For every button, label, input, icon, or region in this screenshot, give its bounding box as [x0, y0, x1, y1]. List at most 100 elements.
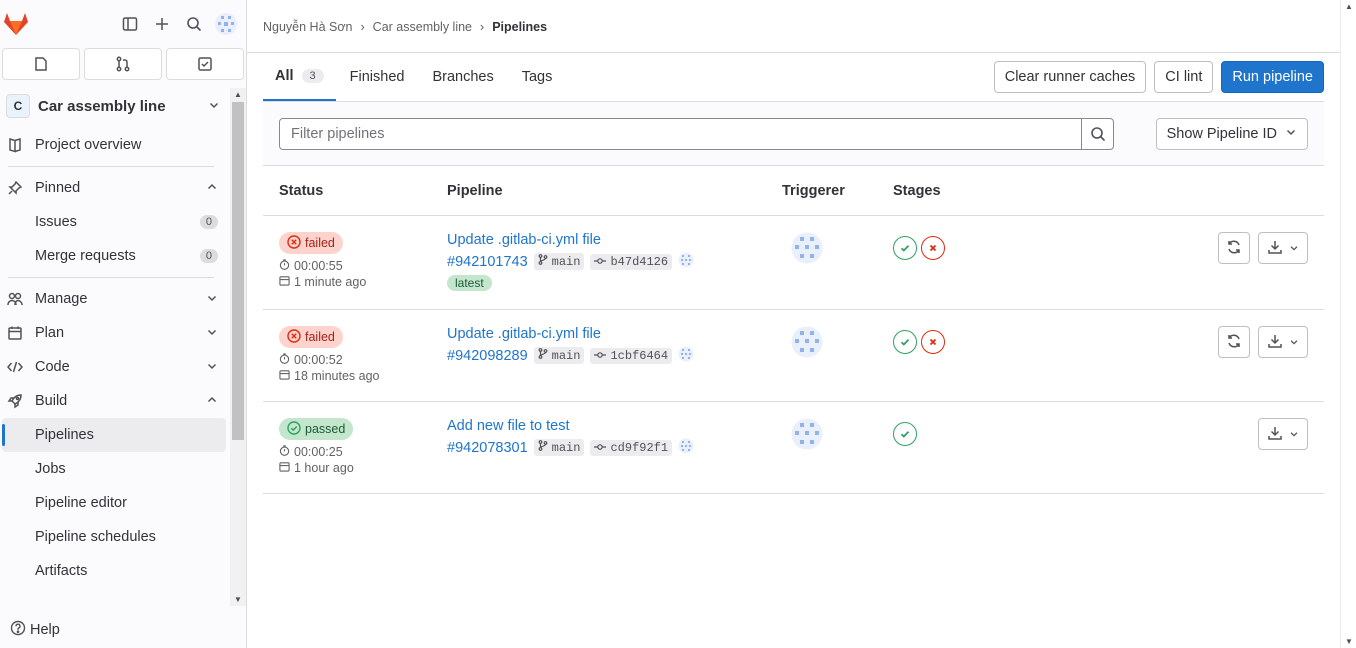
scroll-up-arrow-icon[interactable]: ▲ [234, 90, 242, 99]
commit-title-link[interactable]: Add new file to test [447, 418, 694, 436]
sidebar-item-label: Artifacts [35, 563, 88, 579]
scrollbar-thumb[interactable] [232, 102, 244, 440]
author-avatar[interactable] [678, 346, 694, 365]
scroll-up-arrow-icon[interactable]: ▲ [1345, 2, 1353, 11]
download-artifacts-dropdown[interactable] [1258, 232, 1308, 264]
row-actions [1258, 418, 1308, 450]
triggerer-avatar[interactable] [791, 232, 823, 267]
commit-sha[interactable]: cd9f92f1 [590, 439, 673, 456]
issues-shortcut-icon[interactable] [2, 48, 80, 80]
pipeline-id-link[interactable]: #942078301 [447, 440, 528, 456]
author-avatar[interactable] [678, 438, 694, 457]
sidebar-item-pipeline-schedules[interactable]: Pipeline schedules [0, 520, 230, 554]
sidebar-item-artifacts[interactable]: Artifacts [0, 554, 230, 588]
header-pipeline: Pipeline [447, 183, 503, 199]
timer-icon [279, 445, 290, 459]
stage-passed-icon[interactable] [893, 236, 917, 260]
sidebar-item-label: Issues [35, 214, 77, 230]
sidebar-item-issues[interactable]: Issues 0 [0, 205, 230, 239]
commit-title-link[interactable]: Update .gitlab-ci.yml file [447, 326, 694, 344]
table-header: Status Pipeline Triggerer Stages [263, 167, 1324, 216]
retry-button[interactable] [1218, 326, 1250, 358]
breadcrumb-project[interactable]: Car assembly line [373, 20, 472, 34]
tab-label: Branches [432, 69, 494, 85]
sidebar-item-merge-requests[interactable]: Merge requests 0 [0, 239, 230, 273]
stage-failed-icon[interactable] [921, 330, 945, 354]
users-icon [6, 292, 24, 306]
sidebar-item-build[interactable]: Build [0, 384, 230, 418]
stage-passed-icon[interactable] [893, 330, 917, 354]
commit-title-link[interactable]: Update .gitlab-ci.yml file [447, 232, 694, 250]
merge-requests-shortcut-icon[interactable] [84, 48, 162, 80]
tab-tags[interactable]: Tags [508, 53, 567, 101]
tab-branches[interactable]: Branches [418, 53, 507, 101]
scroll-down-arrow-icon[interactable]: ▼ [234, 595, 242, 604]
status-badge[interactable]: failed [279, 326, 343, 348]
todo-shortcut-icon[interactable] [166, 48, 244, 80]
status-label: passed [305, 422, 346, 436]
clear-runner-caches-button[interactable]: Clear runner caches [993, 61, 1147, 93]
pipeline-meta: #942078301 main cd9f92f1 [447, 438, 694, 457]
retry-button[interactable] [1218, 232, 1250, 264]
pipeline-cell: Add new file to test #942078301 main cd9… [447, 418, 694, 457]
triggerer-avatar[interactable] [791, 418, 823, 453]
create-new-icon[interactable] [146, 8, 178, 40]
divider [8, 166, 214, 167]
pipeline-id-link[interactable]: #942098289 [447, 348, 528, 364]
sidebar-item-label: Pinned [35, 180, 81, 196]
chevron-right-icon: › [480, 20, 485, 34]
stage-passed-icon[interactable] [893, 422, 917, 446]
breadcrumb-current[interactable]: Pipelines [492, 20, 547, 34]
sidebar-item-jobs[interactable]: Jobs [0, 452, 230, 486]
tab-count-badge: 3 [301, 69, 324, 83]
sidebar-item-manage[interactable]: Manage [0, 282, 230, 316]
duration-value: 00:00:25 [294, 445, 343, 459]
filter-pipelines-input[interactable]: Filter pipelines [279, 118, 1114, 150]
sidebar-item-plan[interactable]: Plan [0, 316, 230, 350]
commit-sha[interactable]: b47d4126 [590, 253, 673, 270]
sidebar-shortcuts [0, 48, 246, 82]
stage-failed-icon[interactable] [921, 236, 945, 260]
gitlab-logo-icon[interactable] [2, 10, 30, 38]
author-avatar[interactable] [678, 252, 694, 271]
breadcrumb-user[interactable]: Nguyễn Hà Sơn [263, 20, 353, 34]
calendar-icon [279, 369, 290, 383]
branch-ref[interactable]: main [533, 253, 585, 270]
search-button[interactable] [1081, 119, 1113, 149]
sidebar-toggle-icon[interactable] [114, 8, 146, 40]
search-icon[interactable] [178, 8, 210, 40]
pipeline-cell: Update .gitlab-ci.yml file #942101743 ma… [447, 232, 694, 291]
sidebar-item-pipeline-editor[interactable]: Pipeline editor [0, 486, 230, 520]
sidebar-item-project-overview[interactable]: Project overview [0, 128, 230, 162]
project-avatar: C [6, 94, 30, 118]
ci-lint-button[interactable]: CI lint [1154, 61, 1214, 93]
breadcrumb: Nguyễn Hà Sơn › Car assembly line › Pipe… [263, 20, 547, 34]
help-link[interactable]: Help [10, 620, 60, 640]
download-artifacts-dropdown[interactable] [1258, 418, 1308, 450]
sidebar-item-pinned[interactable]: Pinned [0, 171, 230, 205]
commit-icon [594, 441, 607, 455]
pipeline-id-link[interactable]: #942101743 [447, 254, 528, 270]
run-pipeline-button[interactable]: Run pipeline [1221, 61, 1324, 93]
status-failed-icon [287, 328, 301, 346]
tab-finished[interactable]: Finished [336, 53, 419, 101]
filter-bar: Filter pipelines Show Pipeline ID [263, 102, 1324, 166]
branch-ref[interactable]: main [533, 347, 585, 364]
tab-label: Tags [521, 69, 553, 85]
page-scrollbar[interactable]: ▲ ▼ [1340, 0, 1356, 648]
sidebar-item-code[interactable]: Code [0, 350, 230, 384]
sidebar-scrollbar[interactable]: ▲ ▼ [230, 88, 246, 606]
project-switcher[interactable]: C Car assembly line [2, 88, 228, 124]
commit-sha[interactable]: 1cbf6464 [590, 347, 673, 364]
sidebar-item-label: Code [35, 359, 70, 375]
scroll-down-arrow-icon[interactable]: ▼ [1345, 637, 1353, 646]
status-badge[interactable]: passed [279, 418, 354, 440]
tab-all[interactable]: All 3 [263, 53, 336, 101]
user-avatar[interactable] [210, 8, 242, 40]
status-badge[interactable]: failed [279, 232, 343, 254]
branch-ref[interactable]: main [533, 439, 585, 456]
sidebar-item-pipelines[interactable]: Pipelines [2, 418, 226, 452]
download-artifacts-dropdown[interactable] [1258, 326, 1308, 358]
show-pipeline-id-dropdown[interactable]: Show Pipeline ID [1155, 118, 1308, 150]
triggerer-avatar[interactable] [791, 326, 823, 361]
